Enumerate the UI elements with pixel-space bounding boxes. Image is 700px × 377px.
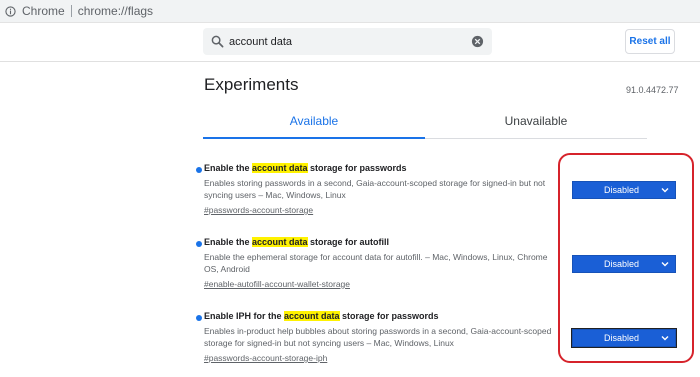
site-label: Chrome xyxy=(22,4,65,18)
flags-toolbar: Reset all xyxy=(0,23,700,62)
search-input[interactable] xyxy=(229,32,459,51)
experiment-link[interactable]: #passwords-account-storage xyxy=(204,205,313,215)
experiment-description: Enables in-product help bubbles about st… xyxy=(204,325,569,349)
info-icon[interactable] xyxy=(5,5,16,17)
clear-search-icon[interactable] xyxy=(471,35,484,48)
description-line: OS, Android xyxy=(204,264,250,274)
experiment-link[interactable]: #passwords-account-storage-iph xyxy=(204,353,327,363)
experiment-dot xyxy=(196,241,202,247)
tab-available[interactable]: Available xyxy=(203,105,425,137)
description-line: storage for signed-in but not syncing us… xyxy=(204,338,454,348)
experiment-name: Enable the account data storage for pass… xyxy=(204,163,407,173)
red-annotation-box xyxy=(558,153,694,363)
experiment-name-prefix: Enable the xyxy=(204,237,253,247)
reset-all-button[interactable]: Reset all xyxy=(625,29,675,54)
description-line: syncing users – Mac, Windows, Linux xyxy=(204,190,346,200)
address-divider xyxy=(70,5,72,17)
experiment-name-suffix: storage for passwords xyxy=(307,163,407,173)
experiment-name-suffix: storage for passwords xyxy=(339,311,439,321)
description-line: Enables in-product help bubbles about st… xyxy=(204,326,552,336)
search-icon xyxy=(211,35,224,48)
description-line: Enables storing passwords in a second, G… xyxy=(204,178,546,188)
tab-bar: Available Unavailable xyxy=(203,105,647,139)
experiment-link[interactable]: #enable-autofill-account-wallet-storage xyxy=(204,279,350,289)
search-match-highlight: account data xyxy=(252,163,308,173)
active-tab-indicator xyxy=(203,137,425,139)
experiment-description: Enable the ephemeral storage for account… xyxy=(204,251,569,275)
experiment-name: Enable IPH for the account data storage … xyxy=(204,311,439,321)
experiment-name: Enable the account data storage for auto… xyxy=(204,237,389,247)
page-title: Experiments xyxy=(204,75,299,94)
version-label: 91.0.4472.77 xyxy=(626,85,679,95)
search-box[interactable] xyxy=(203,28,492,55)
search-match-highlight: account data xyxy=(284,311,340,321)
experiment-name-prefix: Enable the xyxy=(204,163,253,173)
experiment-name-suffix: storage for autofill xyxy=(307,237,390,247)
experiment-dot xyxy=(196,167,202,173)
address-bar[interactable]: Chrome chrome://flags xyxy=(0,0,700,23)
experiment-name-prefix: Enable IPH for the xyxy=(204,311,285,321)
tab-unavailable[interactable]: Unavailable xyxy=(425,105,647,137)
experiment-dot xyxy=(196,315,202,321)
experiment-description: Enables storing passwords in a second, G… xyxy=(204,177,569,201)
url-text[interactable]: chrome://flags xyxy=(78,4,153,18)
description-line: Enable the ephemeral storage for account… xyxy=(204,252,548,262)
search-match-highlight: account data xyxy=(252,237,308,247)
chrome-flags-page: Chrome chrome://flags Reset all Experime… xyxy=(0,0,700,377)
